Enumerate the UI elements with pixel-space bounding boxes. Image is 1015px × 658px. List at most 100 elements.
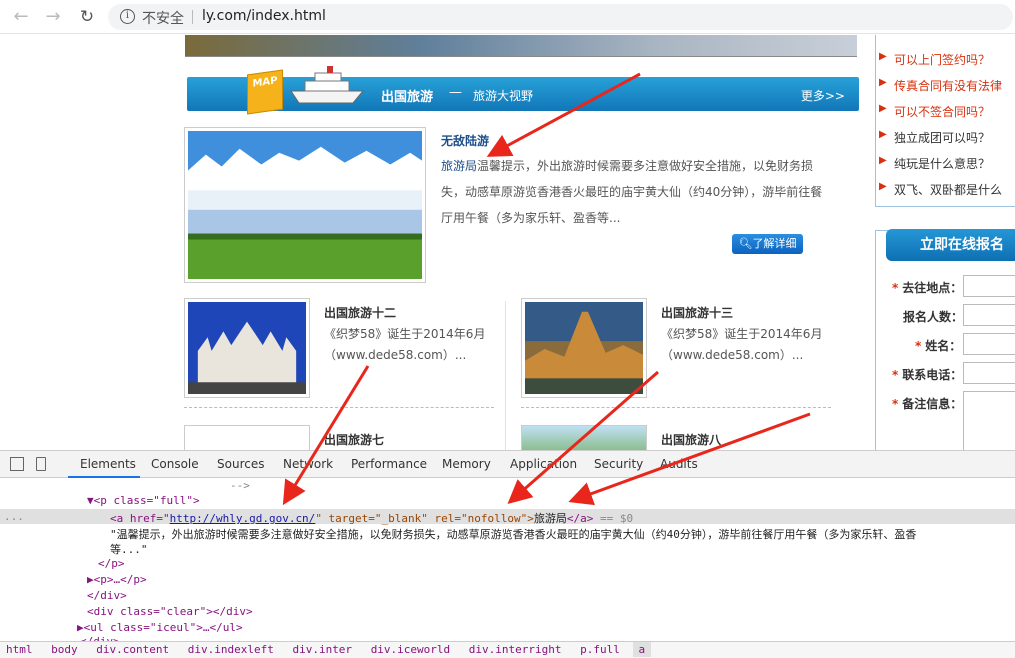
list-item[interactable]: 出国旅游七 <box>184 425 504 450</box>
tab-audits[interactable]: Audits <box>660 457 698 471</box>
vertical-divider <box>505 301 506 450</box>
devtools-tabbar: Elements Console Sources Network Perform… <box>0 451 1015 478</box>
breadcrumb-item[interactable]: div.iceworld <box>365 642 456 657</box>
signup-title: 立即在线报名 <box>886 229 1015 261</box>
phone-input[interactable] <box>963 362 1015 384</box>
tab-security[interactable]: Security <box>594 457 643 471</box>
section-subtitle: 旅游大视野 <box>473 89 534 103</box>
tab-application[interactable]: Application <box>510 457 577 471</box>
field-label-destination: * 去往地点： <box>892 281 963 295</box>
tab-network[interactable]: Network <box>283 457 333 471</box>
feature-photo[interactable] <box>184 127 426 283</box>
reload-icon[interactable]: ↻ <box>76 6 98 28</box>
dashed-divider <box>184 407 494 408</box>
arrow-right-icon: ▶ <box>879 51 887 62</box>
card-thumbnail[interactable] <box>521 298 647 398</box>
info-icon[interactable]: i <box>120 9 135 24</box>
cathedral-image <box>188 302 306 394</box>
arrow-right-icon: ▶ <box>879 77 887 88</box>
active-tab-indicator <box>68 476 140 478</box>
tab-sources[interactable]: Sources <box>217 457 264 471</box>
web-page: MAP 出国旅游 — 旅游大视野 更多>> 无敌陆游 旅游局温馨提示，外出旅游时… <box>0 35 1015 450</box>
device-toolbar-icon[interactable] <box>36 457 46 471</box>
dom-line[interactable]: <div class="clear"></div> <box>87 605 253 618</box>
back-arrow-icon[interactable]: ← <box>10 6 32 28</box>
faq-item[interactable]: ▶ 独立成团可以吗？ <box>879 129 990 146</box>
card-thumbnail[interactable] <box>184 298 310 398</box>
field-label-notes: * 备注信息： <box>892 397 963 411</box>
breadcrumb-item[interactable]: div.interright <box>463 642 568 657</box>
destination-input[interactable] <box>963 275 1015 297</box>
dom-line[interactable]: </div> <box>87 589 127 602</box>
arrow-right-icon: ▶ <box>879 155 887 166</box>
field-label-name: * 姓名： <box>915 339 962 353</box>
browser-toolbar: ← → ↻ i 不安全 ly.com/index.html <box>0 0 1015 34</box>
more-link[interactable]: 更多>> <box>801 87 845 104</box>
faq-item[interactable]: ▶ 纯玩是什么意思？ <box>879 155 990 172</box>
breadcrumb-item[interactable]: html <box>0 642 39 657</box>
card-text: 《织梦58》诞生于2014年6月（www.dede58.com）... <box>324 327 486 362</box>
faq-item[interactable]: ▶ 传真合同有没有法律 <box>879 77 1002 94</box>
dashed-divider <box>521 407 831 408</box>
dom-line[interactable]: ▶<p>…</p> <box>87 573 147 586</box>
dom-line[interactable]: </p> <box>98 557 125 570</box>
card-title[interactable]: 出国旅游十二 <box>324 304 396 321</box>
card-text: 《织梦58》诞生于2014年6月（www.dede58.com）... <box>661 327 823 362</box>
notes-textarea[interactable] <box>963 391 1015 450</box>
tab-console[interactable]: Console <box>151 457 199 471</box>
card-title[interactable]: 出国旅游八 <box>661 431 721 448</box>
address-bar[interactable]: i 不安全 ly.com/index.html <box>108 4 1013 30</box>
breadcrumb: html body div.content div.indexleft div.… <box>0 641 1015 658</box>
name-input[interactable] <box>963 333 1015 355</box>
inspect-element-icon[interactable] <box>10 457 24 471</box>
security-label: 不安全 <box>142 11 184 27</box>
signup-form: 立即在线报名 * 去往地点： 报名人数： * 姓名： * 联系电话： * 备注信息： <box>875 229 1015 450</box>
tab-memory[interactable]: Memory <box>442 457 491 471</box>
feature-link[interactable]: 旅游局 <box>441 159 477 173</box>
section-dash: — <box>449 85 462 100</box>
card-title[interactable]: 出国旅游七 <box>324 431 384 448</box>
field-label-count: 报名人数： <box>903 310 964 324</box>
dom-line[interactable]: --> <box>230 479 250 492</box>
breadcrumb-item[interactable]: div.indexleft <box>182 642 280 657</box>
arrow-right-icon: ▶ <box>879 129 887 140</box>
more-dots[interactable]: ... <box>4 510 24 523</box>
breadcrumb-item[interactable]: p.full <box>574 642 626 657</box>
cruise-ship-icon <box>290 66 365 104</box>
faq-item[interactable]: ▶ 可以不签合同吗？ <box>879 103 990 120</box>
list-item[interactable]: 出国旅游十三 《织梦58》诞生于2014年6月（www.dede58.com）.… <box>521 298 841 408</box>
people-count-input[interactable] <box>963 304 1015 326</box>
feature-title[interactable]: 无敌陆游 <box>441 132 489 149</box>
dom-line-selected[interactable]: <a href="http://whly.gd.gov.cn/" target=… <box>110 510 633 526</box>
dom-text-node[interactable]: 等..." <box>110 541 148 557</box>
tab-elements[interactable]: Elements <box>80 457 136 471</box>
dom-line[interactable]: ▼<p class="full"> <box>87 494 200 507</box>
breadcrumb-item[interactable]: div.inter <box>286 642 358 657</box>
faq-item[interactable]: ▶ 双飞、双卧都是什么 <box>879 181 1002 198</box>
search-icon: 🔍︎ <box>738 237 753 250</box>
details-button-label: 了解详细 <box>752 237 797 250</box>
forward-arrow-icon[interactable]: → <box>42 6 64 28</box>
section-title: 出国旅游 <box>381 90 434 105</box>
arrow-right-icon: ▶ <box>879 181 887 192</box>
faq-list: ▶ 可以上门签约吗？ ▶ 传真合同有没有法律 ▶ 可以不签合同吗？ ▶ 独立成团可以吗？… <box>875 35 1015 207</box>
url-text[interactable]: ly.com/index.html <box>202 8 326 24</box>
dom-text-node[interactable]: "温馨提示，外出旅游时候需要多注意做好安全措施，以免财务损失，动感草原游览香港香… <box>110 526 916 542</box>
breadcrumb-item[interactable]: body <box>45 642 84 657</box>
breadcrumb-item[interactable]: div.content <box>90 642 175 657</box>
tab-performance[interactable]: Performance <box>351 457 427 471</box>
details-button[interactable]: 🔍︎了解详细 <box>732 234 803 254</box>
list-item[interactable]: 出国旅游八 <box>521 425 841 450</box>
card-thumbnail[interactable] <box>521 425 647 450</box>
card-thumbnail[interactable] <box>184 425 310 450</box>
breadcrumb-item-current[interactable]: a <box>632 642 652 657</box>
address-separator <box>192 10 193 24</box>
city-evening-image <box>525 302 643 394</box>
feature-description: 旅游局温馨提示，外出旅游时候需要多注意做好安全措施，以免财务损失，动感草原游览香… <box>441 153 826 231</box>
card-title[interactable]: 出国旅游十三 <box>661 304 733 321</box>
list-item[interactable]: 出国旅游十二 《织梦58》诞生于2014年6月（www.dede58.com）.… <box>184 298 504 408</box>
section-header: MAP 出国旅游 — 旅游大视野 更多>> <box>187 66 859 115</box>
field-label-phone: * 联系电话： <box>892 368 963 382</box>
faq-item[interactable]: ▶ 可以上门签约吗？ <box>879 51 990 68</box>
dom-line[interactable]: ▶<ul class="iceul">…</ul> <box>77 621 243 634</box>
